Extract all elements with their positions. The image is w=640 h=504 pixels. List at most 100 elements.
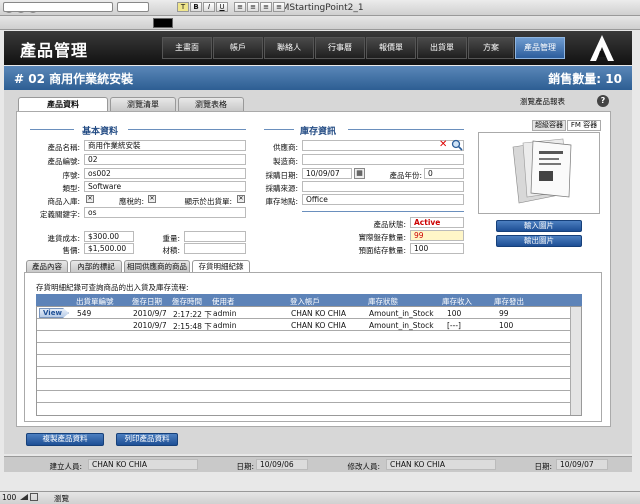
align-right-icon[interactable]: ≡ [260,2,272,12]
underline-icon[interactable]: U [216,2,228,12]
print-product-button[interactable]: 列印產品資料 [116,433,178,446]
divider [348,129,464,130]
manufacturer-field[interactable] [302,154,464,165]
product-status-label: 產品狀態: [373,220,406,229]
text-highlight-icon[interactable]: T [177,2,189,12]
window-title: FMStartingPoint2_1 [276,3,364,13]
table-row [37,343,581,355]
stock-status-cell: Amount_in_Stock [369,309,434,318]
reserved-stock-label: 預面結存數量: [358,246,406,255]
supplier-label: 供應商: [272,143,298,152]
align-center-icon[interactable]: ≡ [247,2,259,12]
serial-label: 序號: [62,171,80,180]
italic-icon[interactable]: I [203,2,215,12]
nav-projects[interactable]: 方案 [468,37,514,59]
sales-quantity-value: 10 [605,72,622,86]
bold-icon[interactable]: B [190,2,202,12]
instock-label: 商品入庫: [47,197,80,206]
divider [264,129,294,130]
nav-quotes[interactable]: 報價單 [366,37,416,59]
tab-browse-list[interactable]: 瀏覽清單 [110,97,176,111]
nav-accounts[interactable]: 帳戶 [213,37,263,59]
modifier-label: 修改人員: [347,462,380,471]
tab-super-container[interactable]: 超級容器 [532,120,566,131]
actual-stock-field[interactable]: 99 [410,230,464,241]
app-header: 產品管理 主畫面 帳戶 聯絡人 行事曆 報價單 出貨單 方案 產品管理 [4,31,632,65]
stock-date-cell: 2010/9/7 [133,321,167,330]
zoom-out-icon[interactable] [20,494,28,500]
product-code-field[interactable]: 02 [84,154,246,165]
zoom-level[interactable]: 100 [2,493,16,502]
table-row[interactable]: 2010/9/7 2:15:48 下 admin CHAN KO CHIA Am… [37,319,581,331]
duplicate-product-button[interactable]: 複製產品資料 [26,433,104,446]
align-left-icon[interactable]: ≡ [234,2,246,12]
category-label: 類型: [62,184,80,193]
show-on-invoice-checkbox[interactable]: ✕ [237,195,245,203]
record-title-bar: # 02 商用作業統安裝 銷售數量: 10 [4,66,632,90]
record-footer: 建立人員: CHAN KO CHIA 日期: 10/09/06 修改人員: CH… [4,456,632,472]
nav-home[interactable]: 主畫面 [162,37,212,59]
material-field[interactable] [184,243,246,254]
nav-calendar[interactable]: 行事曆 [315,37,365,59]
import-image-button[interactable]: 輸入圖片 [496,220,582,232]
stock-location-field[interactable]: Office [302,194,464,205]
product-name-field[interactable]: 商用作業統安裝 [84,140,246,151]
creator-label: 建立人員: [49,462,82,471]
calendar-icon[interactable]: ▦ [354,168,365,179]
table-row [37,403,581,415]
nav-products[interactable]: 產品管理 [515,37,565,59]
purchase-date-field[interactable]: 10/09/07 [302,168,352,179]
text-color-swatch[interactable] [153,18,173,28]
portal-scrollbar[interactable] [570,307,581,415]
export-image-button[interactable]: 輸出圖片 [496,235,582,247]
weight-field[interactable] [184,231,246,242]
instock-checkbox[interactable]: ✕ [86,195,94,203]
mode-label: 瀏覽 [54,494,69,503]
product-status-field[interactable]: Active [410,217,464,228]
purchase-source-label: 採購來源: [265,184,298,193]
align-justify-icon[interactable]: ≡ [273,2,285,12]
search-icon[interactable] [451,139,463,151]
category-field[interactable]: Software [84,181,246,192]
product-year-field[interactable]: 0 [424,168,464,179]
table-row[interactable]: View 549 2010/9/7 2:17:22 下 admin CHAN K… [37,307,581,319]
tab-fm-container[interactable]: FM 容器 [567,120,601,131]
font-select[interactable] [3,2,113,12]
nav-contacts[interactable]: 聯絡人 [264,37,314,59]
purchase-source-field[interactable] [302,181,464,192]
divider [302,211,464,212]
keyword-field[interactable]: os [84,207,246,218]
user-cell: admin [213,321,237,330]
purchase-date-label: 採購日期: [265,171,298,180]
ledger-portal: View 549 2010/9/7 2:17:22 下 admin CHAN K… [36,306,582,416]
view-record-button[interactable]: View [39,308,69,318]
subtab-same-supplier[interactable]: 相同供應商的商品 [124,260,190,272]
subtab-product-content[interactable]: 產品內容 [26,260,68,272]
divider [30,129,74,130]
created-date-field: 10/09/06 [256,459,308,470]
nav-invoices[interactable]: 出貨單 [417,37,467,59]
tab-browse-table[interactable]: 瀏覽表格 [178,97,244,111]
tab-product-info[interactable]: 產品資料 [18,97,108,112]
browse-report-link[interactable]: 瀏覽產品報表 [520,96,565,107]
serial-field[interactable]: os002 [84,168,246,179]
actual-stock-label: 實際盤存數量: [358,233,406,242]
product-image-container[interactable] [478,132,600,214]
size-select[interactable] [117,2,149,12]
subtab-internal-notes[interactable]: 內部的標記 [70,260,122,272]
keyword-label: 定義關鍵字: [39,210,80,219]
cost-field[interactable]: $300.00 [84,231,134,242]
help-icon[interactable]: ? [597,95,609,107]
clear-icon[interactable]: ✕ [439,139,447,150]
product-name-label: 產品名稱: [47,143,80,152]
taxable-checkbox[interactable]: ✕ [148,195,156,203]
reserved-stock-field[interactable]: 100 [410,243,464,254]
toggle-status-icon[interactable] [30,493,38,501]
table-row [37,391,581,403]
sales-quantity-label: 銷售數量: [548,72,602,86]
basic-info-title: 基本資料 [82,127,119,137]
price-field[interactable]: $1,500.00 [84,243,134,254]
stock-out-cell: 99 [499,309,509,318]
material-label: 材積: [162,246,180,255]
weight-label: 重量: [162,234,180,243]
